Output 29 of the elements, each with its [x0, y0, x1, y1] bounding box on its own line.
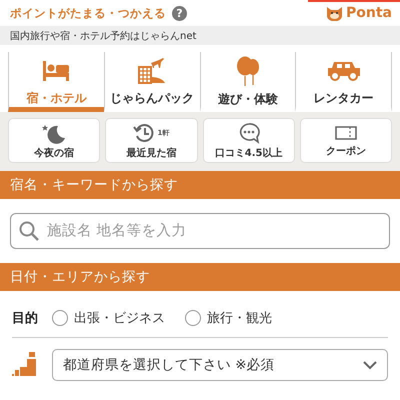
search-icon	[19, 221, 39, 241]
category-tab[interactable]: レンタカー	[295, 52, 392, 112]
section-header: 日付・エリアから探す	[0, 263, 400, 291]
shortcut-label: 今夜の宿	[34, 146, 74, 160]
purpose-label: 目的	[12, 310, 38, 327]
points-text: ポイントがたまる・つかえる	[10, 6, 166, 20]
prefecture-select[interactable]: 都道府県を選択して下さい ※必須	[52, 349, 388, 381]
balloons-icon	[234, 56, 261, 86]
building-plane-icon	[137, 56, 168, 84]
search-field[interactable]: 施設名 地名等を入力	[10, 213, 390, 249]
shortcut-button[interactable]: 今夜の宿	[8, 118, 100, 163]
tagline: 国内旅行や宿・ホテル予約はじゃらんnet	[0, 26, 400, 45]
shortcut-label: クーポン	[326, 144, 366, 158]
shortcut-button[interactable]: クーポン	[300, 118, 392, 163]
purpose-radio[interactable]: 旅行・観光	[185, 309, 272, 327]
history-icon	[133, 122, 156, 144]
car-icon	[326, 60, 361, 80]
coupon-icon	[334, 124, 357, 142]
purpose-radio[interactable]: 出張・ビジネス	[52, 309, 165, 327]
bed-icon	[42, 60, 70, 82]
section-header: 宿名・キーワードから探す	[0, 171, 400, 199]
brand-name: Ponta	[346, 5, 392, 21]
cat-face-icon	[326, 6, 343, 20]
chevron-down-icon	[363, 360, 377, 370]
shortcut-label: 口コミ4.5以上	[214, 146, 282, 160]
shortcut-button[interactable]: 口コミ4.5以上	[202, 118, 295, 163]
help-button[interactable]: ?	[172, 6, 187, 20]
speech-bubble-icon	[238, 122, 260, 144]
shortcut-label: 最近見た宿	[126, 146, 176, 160]
